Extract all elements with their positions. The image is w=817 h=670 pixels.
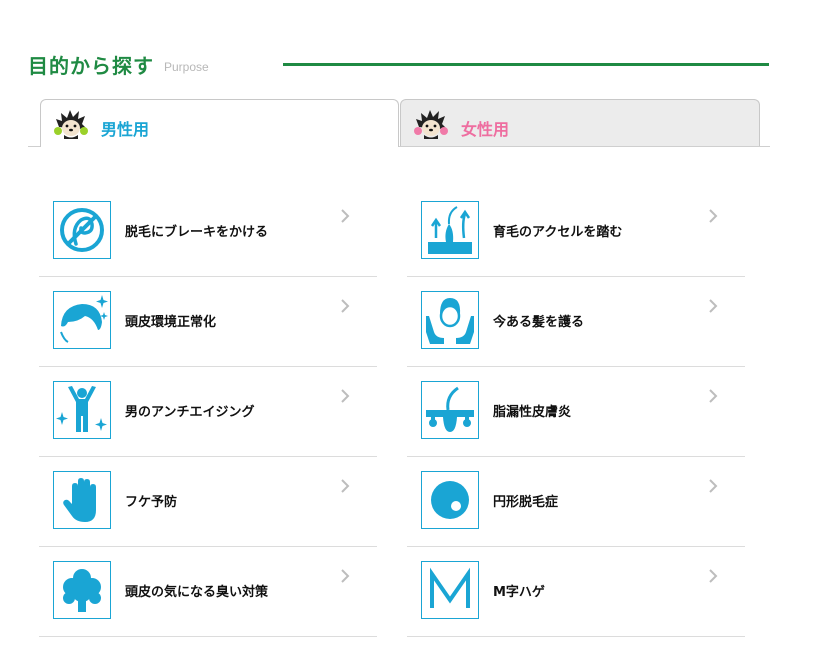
icon-frame — [53, 471, 111, 529]
alopecia-areata-icon — [431, 481, 469, 519]
gender-tabs: 男性用 女性用 — [28, 99, 770, 147]
chevron-right-icon — [709, 479, 718, 493]
menu-item-label: 頭皮の気になる臭い対策 — [125, 585, 269, 600]
hedgehog-mascot-icon — [414, 110, 448, 139]
icon-frame — [53, 201, 111, 259]
menu-item-label: M字ハゲ — [493, 585, 545, 600]
chevron-right-icon — [709, 569, 718, 583]
m-shape-icon — [430, 567, 470, 608]
no-hair-loss-icon — [60, 208, 104, 252]
menu-item-label: 頭皮環境正常化 — [125, 315, 217, 330]
follicle-icon — [426, 386, 474, 432]
chevron-right-icon — [709, 299, 718, 313]
menu-item-label: フケ予防 — [125, 495, 178, 510]
menu-item-dandruff[interactable]: フケ予防 — [39, 457, 377, 547]
menu-item-label: 脱毛にブレーキをかける — [125, 225, 269, 240]
icon-frame — [53, 291, 111, 349]
chevron-right-icon — [709, 389, 718, 403]
chevron-right-icon — [341, 479, 350, 493]
menu-item-alopecia-areata[interactable]: 円形脱毛症 — [407, 457, 745, 547]
tab-male-label: 男性用 — [101, 120, 150, 139]
chevron-right-icon — [341, 389, 350, 403]
menu-item-protect-hair[interactable]: 今ある髪を護る — [407, 277, 745, 367]
menu-item-label: 育毛のアクセルを踏む — [493, 225, 623, 240]
man-energy-icon — [56, 386, 107, 432]
menu-item-label: 脂漏性皮膚炎 — [493, 405, 572, 420]
menu-item-scalp-odor[interactable]: 頭皮の気になる臭い対策 — [39, 547, 377, 637]
protect-hair-icon — [426, 298, 474, 344]
menu-item-m-shape-baldness[interactable]: M字ハゲ — [407, 547, 745, 637]
icon-frame — [53, 561, 111, 619]
hair-sparkle-icon — [60, 295, 108, 343]
icon-frame — [421, 201, 479, 259]
title-underline — [283, 63, 769, 66]
icon-frame — [53, 381, 111, 439]
menu-item-hair-growth[interactable]: 育毛のアクセルを踏む — [407, 187, 745, 277]
menu-item-label: 男のアンチエイジング — [125, 405, 255, 420]
menu-item-label: 今ある髪を護る — [493, 315, 585, 330]
section-subtitle: Purpose — [164, 60, 209, 74]
icon-frame — [421, 291, 479, 349]
hand-icon — [63, 478, 96, 522]
icon-frame — [421, 381, 479, 439]
hedgehog-mascot-icon — [54, 110, 88, 139]
tab-male[interactable]: 男性用 — [40, 99, 399, 147]
chevron-right-icon — [341, 209, 350, 223]
chevron-right-icon — [341, 569, 350, 583]
menu-item-seborrheic-dermatitis[interactable]: 脂漏性皮膚炎 — [407, 367, 745, 457]
tab-female[interactable]: 女性用 — [400, 99, 760, 146]
hair-growth-icon — [428, 206, 472, 254]
menu-item-anti-aging[interactable]: 男のアンチエイジング — [39, 367, 377, 457]
tab-female-label: 女性用 — [461, 120, 510, 139]
menu-item-scalp-normalize[interactable]: 頭皮環境正常化 — [39, 277, 377, 367]
menu-item-brake-hair-loss[interactable]: 脱毛にブレーキをかける — [39, 187, 377, 277]
section-title: 目的から探す — [28, 54, 154, 78]
section-header: 目的から探す Purpose — [28, 50, 770, 80]
chevron-right-icon — [341, 299, 350, 313]
odor-cloud-icon — [63, 569, 101, 612]
chevron-right-icon — [709, 209, 718, 223]
icon-frame — [421, 561, 479, 619]
menu-item-label: 円形脱毛症 — [493, 495, 559, 510]
icon-frame — [421, 471, 479, 529]
